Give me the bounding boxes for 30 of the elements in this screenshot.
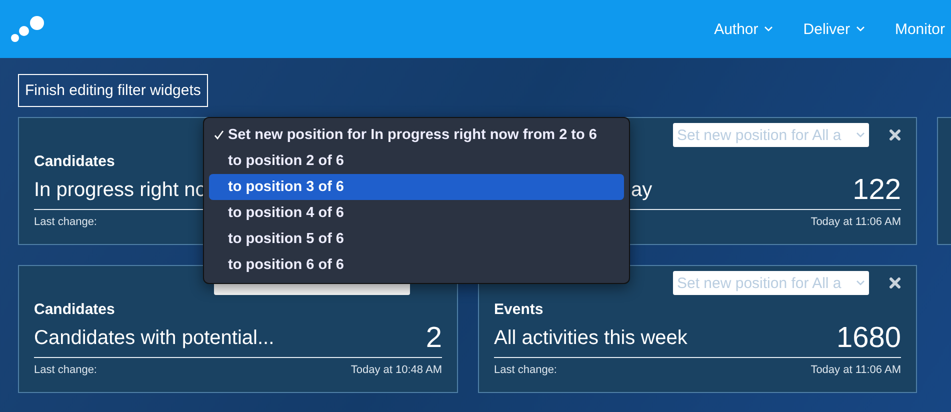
widget-title: Candidates with potential... (34, 327, 274, 350)
last-change-label: Last change: (34, 216, 97, 228)
last-change-time: Today at 10:48 AM (350, 364, 442, 376)
close-icon[interactable] (889, 129, 901, 141)
menu-item[interactable]: to position 5 of 6 (209, 226, 624, 252)
widget-category: Events (494, 300, 544, 318)
menu-item[interactable]: to position 3 of 6 (209, 174, 624, 200)
last-change-label: Last change: (494, 364, 557, 376)
finish-editing-button[interactable]: Finish editing filter widgets (18, 74, 208, 107)
menu-item[interactable]: to position 2 of 6 (209, 148, 624, 174)
widget-category: Candidates (34, 152, 115, 170)
chevron-icon (856, 26, 865, 32)
checkmark-icon (214, 130, 224, 140)
widget-value: 2 (426, 322, 442, 355)
widget-title: ay (631, 179, 652, 202)
menu-item[interactable]: to position 4 of 6 (209, 200, 624, 226)
widget-value: 122 (852, 174, 901, 207)
last-change-label: Last change: (34, 364, 97, 376)
logo-icon[interactable] (10, 14, 46, 44)
last-change-time: Today at 11:06 AM (810, 364, 901, 376)
widget-value: 1680 (836, 322, 901, 355)
last-change-time: Today at 11:06 AM (810, 216, 901, 228)
chevron-icon (856, 280, 865, 286)
chevron-icon (764, 26, 774, 32)
widget-category: Candidates (34, 300, 115, 318)
widget-title: All activities this week (494, 327, 688, 350)
menu-item[interactable]: Set new position for In progress right now from 2 to 6 (209, 122, 624, 148)
menu-item[interactable]: to position 6 of 6 (209, 252, 624, 278)
chevron-icon (856, 132, 865, 138)
close-icon[interactable] (889, 277, 901, 289)
